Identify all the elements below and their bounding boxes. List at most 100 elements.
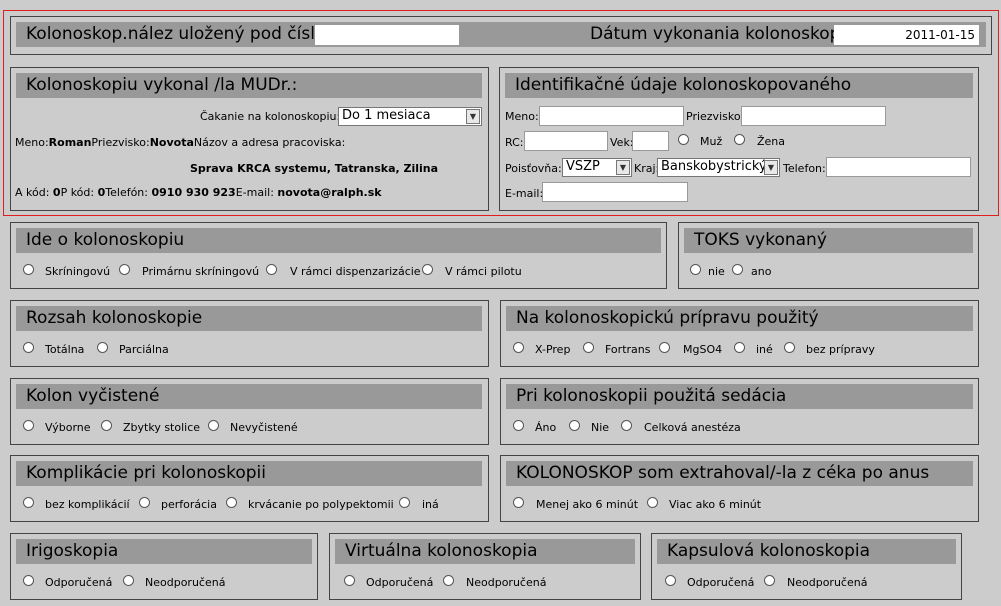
komplikacie-option-radio[interactable] xyxy=(139,497,150,508)
komplikacie-option-label: bez komplikácií xyxy=(45,498,130,511)
vek-label: Vek: xyxy=(610,136,634,149)
toks-option-radio[interactable] xyxy=(732,264,743,275)
doctor-codes-row: A kód: 0P kód: 0Telefón: 0910 930 923E-m… xyxy=(15,186,382,199)
sedacia-option-radio[interactable] xyxy=(621,420,632,431)
patient-panel-title: Identifikačné údaje kolonoskopovaného xyxy=(505,73,973,98)
kraj-select[interactable]: Banskobystrický ▼ xyxy=(657,158,780,177)
kapsulova-option-radio[interactable] xyxy=(764,575,775,586)
priprava-option-radio[interactable] xyxy=(513,342,524,353)
report-number-input[interactable] xyxy=(315,25,459,45)
vek-input[interactable] xyxy=(632,131,669,151)
doctor-email: novota@ralph.sk xyxy=(277,186,382,199)
sedacia-option-radio[interactable] xyxy=(569,420,580,431)
virtualna-option-radio[interactable] xyxy=(443,575,454,586)
kolon-option-radio[interactable] xyxy=(208,420,219,431)
kapsulova-option-label: Neodporučená xyxy=(787,576,868,589)
sedacia-option-radio[interactable] xyxy=(513,420,524,431)
virtualna-option-label: Odporučená xyxy=(366,576,434,589)
irigoskopia-option-label: Neodporučená xyxy=(145,576,226,589)
gender-female-radio[interactable] xyxy=(734,134,745,145)
chevron-down-icon: ▼ xyxy=(616,160,630,175)
patient-priezvisko-label: Priezvisko: xyxy=(686,110,745,123)
poistovna-value: VSZP xyxy=(566,159,600,174)
extrahoval-option-label: Menej ako 6 minút xyxy=(536,498,639,511)
toks-option-label: ano xyxy=(751,265,772,278)
rozsah-option-label: Parciálna xyxy=(119,343,169,356)
exam-date-label: Dátum vykonania kolonoskopie xyxy=(590,24,856,44)
priprava-title: Na kolonoskopickú prípravu použitý xyxy=(506,306,973,331)
rozsah-option-radio[interactable] xyxy=(23,342,34,353)
rc-input[interactable] xyxy=(524,131,608,151)
doctor-panel-title: Kolonoskopiu vykonal /la MUDr.: xyxy=(16,73,482,98)
irigoskopia-option-radio[interactable] xyxy=(23,575,34,586)
kapsulova-option-label: Odporučená xyxy=(687,576,755,589)
rozsah-option-radio[interactable] xyxy=(97,342,108,353)
toks-option-radio[interactable] xyxy=(690,264,701,275)
ide-option-radio[interactable] xyxy=(119,264,130,275)
patient-meno-label: Meno: xyxy=(505,110,539,123)
doctor-address-label: Názov a adresa pracoviska: xyxy=(193,136,346,149)
sedacia-title: Pri kolonoskopii použitá sedácia xyxy=(506,384,973,409)
extrahoval-option-radio[interactable] xyxy=(647,497,658,508)
kapsulova-option-radio[interactable] xyxy=(665,575,676,586)
virtualna-title: Virtuálna kolonoskopia xyxy=(335,539,635,564)
kapsulova-title: Kapsulová kolonoskopia xyxy=(657,539,956,564)
doctor-telefon-label: Telefón: xyxy=(105,186,148,199)
poistovna-select[interactable]: VSZP ▼ xyxy=(562,158,632,177)
rc-label: RC: xyxy=(505,136,524,149)
toks-option-label: nie xyxy=(708,265,725,278)
ide-option-label: Skríningovú xyxy=(45,265,111,278)
komplikacie-option-label: krvácanie po polypektomii xyxy=(248,498,394,511)
kraj-label: Kraj: xyxy=(634,162,660,175)
patient-priezvisko-input[interactable] xyxy=(741,106,886,126)
patient-telefon-input[interactable] xyxy=(826,157,971,177)
ide-option-radio[interactable] xyxy=(422,264,433,275)
kraj-value: Banskobystrický xyxy=(661,159,767,174)
priprava-option-radio[interactable] xyxy=(583,342,594,353)
extrahoval-option-radio[interactable] xyxy=(513,497,524,508)
doctor-telefon: 0910 930 923 xyxy=(151,186,236,199)
exam-date-input[interactable]: 2011-01-15 xyxy=(834,25,979,45)
priprava-option-label: MgSO4 xyxy=(683,343,723,356)
wait-select[interactable]: Do 1 mesiaca ▼ xyxy=(338,107,482,126)
rozsah-option-label: Totálna xyxy=(45,343,85,356)
gender-male-radio[interactable] xyxy=(678,134,689,145)
ide-option-radio[interactable] xyxy=(23,264,34,275)
doctor-priezvisko-label: Priezvisko: xyxy=(91,136,150,149)
gender-male-label: Muž xyxy=(700,135,723,148)
komplikacie-option-radio[interactable] xyxy=(226,497,237,508)
chevron-down-icon: ▼ xyxy=(466,109,480,124)
exam-date-value: 2011-01-15 xyxy=(905,28,975,42)
priprava-option-radio[interactable] xyxy=(734,342,745,353)
poistovna-label: Poisťovňa: xyxy=(505,162,562,175)
rozsah-title: Rozsah kolonoskopie xyxy=(16,306,482,331)
komplikacie-option-radio[interactable] xyxy=(23,497,34,508)
sedacia-option-label: Áno xyxy=(535,421,557,434)
patient-meno-input[interactable] xyxy=(539,106,684,126)
virtualna-option-radio[interactable] xyxy=(344,575,355,586)
extrahoval-title: KOLONOSKOP som extrahoval/-la z céka po … xyxy=(506,461,973,486)
kolon-option-label: Zbytky stolice xyxy=(123,421,201,434)
sedacia-option-label: Celková anestéza xyxy=(644,421,741,434)
kolon-option-radio[interactable] xyxy=(101,420,112,431)
ide-option-radio[interactable] xyxy=(266,264,277,275)
priprava-option-label: bez prípravy xyxy=(806,343,875,356)
p-kod-label: P kód: xyxy=(60,186,95,199)
irigoskopia-title: Irigoskopia xyxy=(16,539,312,564)
report-number-label: Kolonoskop.nález uložený pod číslom: xyxy=(26,24,348,44)
kolon-option-radio[interactable] xyxy=(23,420,34,431)
patient-email-input[interactable] xyxy=(542,182,688,202)
doctor-meno: Roman xyxy=(48,136,92,149)
doctor-meno-label: Meno: xyxy=(15,136,49,149)
doctor-name-row: Meno:RomanPriezvisko:NovotaNázov a adres… xyxy=(15,136,345,149)
ide-option-label: V rámci dispenzarizácie xyxy=(290,265,421,278)
priprava-option-radio[interactable] xyxy=(659,342,670,353)
komplikacie-option-radio[interactable] xyxy=(399,497,410,508)
priprava-option-radio[interactable] xyxy=(784,342,795,353)
toks-title: TOKS vykonaný xyxy=(684,228,973,253)
patient-email-label: E-mail: xyxy=(505,187,544,200)
irigoskopia-option-label: Odporučená xyxy=(45,576,113,589)
irigoskopia-option-radio[interactable] xyxy=(123,575,134,586)
komplikacie-title: Komplikácie pri kolonoskopii xyxy=(16,461,482,486)
ide-title: Ide o kolonoskopiu xyxy=(16,228,661,253)
